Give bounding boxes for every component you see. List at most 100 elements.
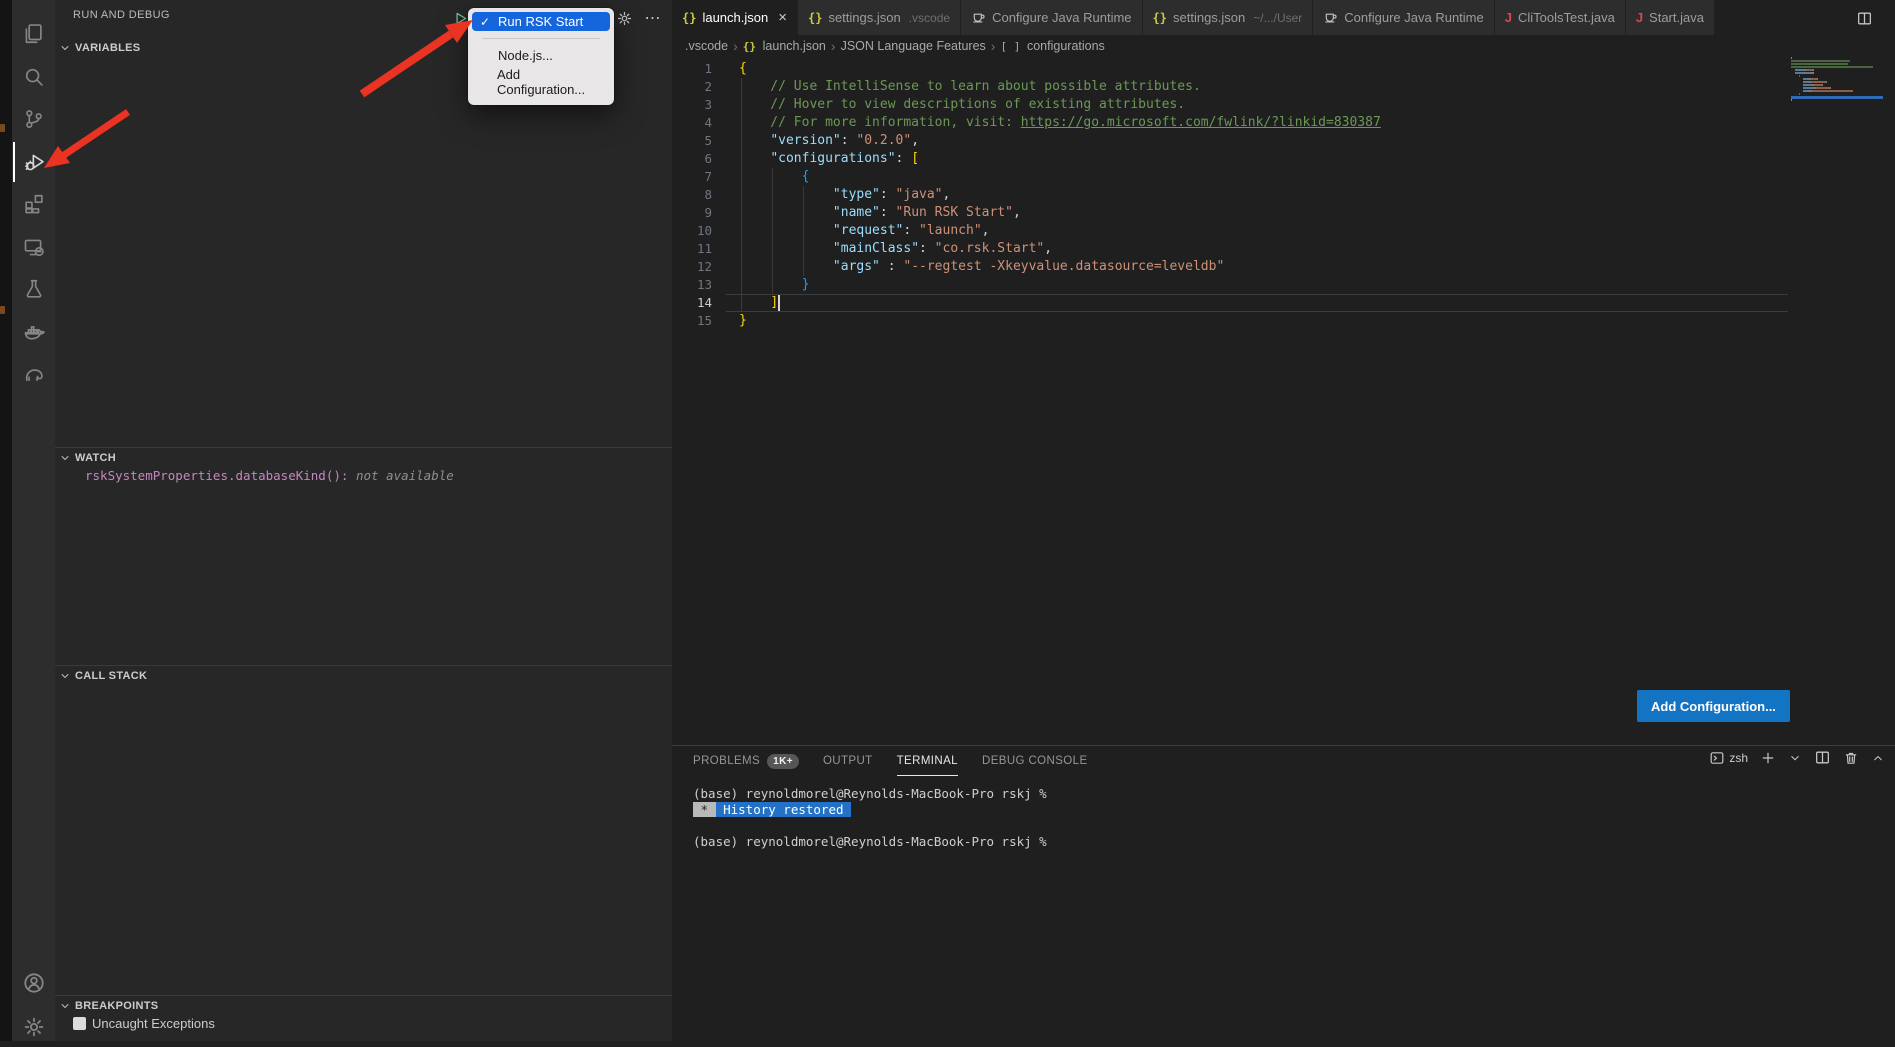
terminal-output[interactable]: (base) reynoldmorel@Reynolds-MacBook-Pro… (693, 786, 1047, 850)
terminal-toolbar: zsh (1709, 749, 1885, 766)
line-number[interactable]: 1 (672, 60, 712, 78)
activity-bar-item-docker[interactable] (13, 312, 54, 352)
code-token (739, 259, 833, 274)
activity-bar-item-accounts[interactable] (13, 963, 54, 1003)
terminal-shell-item[interactable]: zsh (1709, 750, 1748, 766)
breakpoint-row: Uncaught Exceptions (73, 1016, 215, 1031)
terminal-icon (1709, 750, 1725, 766)
code-line-13[interactable]: } (739, 276, 1381, 294)
panel-tab-label: OUTPUT (823, 755, 873, 767)
line-number[interactable]: 6 (672, 150, 712, 168)
code-token: // For more information, visit: (739, 115, 1021, 130)
check-icon: ✓ (480, 15, 492, 29)
section-header-breakpoints[interactable]: BREAKPOINTS (55, 996, 672, 1016)
line-number[interactable]: 9 (672, 204, 712, 222)
code-line-15[interactable]: } (739, 312, 1381, 330)
minimap-line (1791, 69, 1883, 71)
code-line-5[interactable]: "version": "0.2.0", (739, 132, 1381, 150)
line-number[interactable]: 7 (672, 168, 712, 186)
close-icon[interactable]: × (778, 9, 787, 26)
line-number[interactable]: 15 (672, 312, 712, 330)
code-line-2[interactable]: // Use IntelliSense to learn about possi… (739, 78, 1381, 96)
activity-bar-item-source-control[interactable] (13, 99, 54, 139)
line-number[interactable]: 5 (672, 132, 712, 150)
code-line-8[interactable]: "type": "java", (739, 186, 1381, 204)
activity-bar-item-search[interactable] (13, 57, 54, 97)
minimap-line (1791, 66, 1883, 68)
breadcrumb-item-json-language-features[interactable]: JSON Language Features (841, 39, 986, 53)
breadcrumb-item-launch-json[interactable]: {} launch.json (743, 39, 826, 53)
code-line-14[interactable]: ] (739, 294, 1381, 312)
activity-bar-item-gradle[interactable] (13, 354, 54, 394)
activity-bar-item-run-and-debug[interactable] (13, 142, 54, 182)
panel-tab-label: PROBLEMS (693, 755, 760, 767)
line-number[interactable]: 2 (672, 78, 712, 96)
line-number[interactable]: 4 (672, 114, 712, 132)
activity-bar-item-manage-settings[interactable] (13, 1007, 54, 1047)
new-terminal-icon[interactable] (1760, 750, 1776, 766)
code-line-11[interactable]: "mainClass": "co.rsk.Start", (739, 240, 1381, 258)
line-number[interactable]: 14 (672, 294, 712, 312)
line-number[interactable]: 8 (672, 186, 712, 204)
kill-terminal-trash-icon[interactable] (1843, 750, 1859, 766)
editor-tab-configure-java-runtime[interactable]: Configure Java Runtime (961, 0, 1142, 35)
views-more-actions-icon[interactable]: ⋯ (643, 8, 663, 28)
section-label: VARIABLES (75, 42, 140, 54)
code-editor[interactable]: { // Use IntelliSense to learn about pos… (739, 60, 1381, 330)
editor-gutter[interactable]: 123456789101112131415 (672, 60, 712, 330)
panel-tab-debug-console[interactable]: DEBUG CONSOLE (982, 746, 1088, 776)
maximize-panel-chevron-icon[interactable] (1871, 751, 1885, 765)
line-number[interactable]: 12 (672, 258, 712, 276)
menu-item-label: Run RSK Start (498, 14, 583, 29)
code-line-10[interactable]: "request": "launch", (739, 222, 1381, 240)
breadcrumb-item--vscode[interactable]: .vscode (685, 39, 728, 53)
terminal-dropdown-chevron-icon[interactable] (1788, 751, 1802, 765)
open-launch-json-gear-icon[interactable] (614, 8, 634, 28)
search-icon (23, 66, 45, 88)
line-number[interactable]: 3 (672, 96, 712, 114)
panel-tab-problems[interactable]: PROBLEMS1K+ (693, 746, 799, 776)
line-number[interactable]: 10 (672, 222, 712, 240)
add-configuration-button[interactable]: Add Configuration... (1637, 690, 1790, 722)
code-line-4[interactable]: // For more information, visit: https://… (739, 114, 1381, 132)
panel-tab-output[interactable]: OUTPUT (823, 746, 873, 776)
code-line-12[interactable]: "args" : "--regtest -Xkeyvalue.datasourc… (739, 258, 1381, 276)
code-line-3[interactable]: // Hover to view descriptions of existin… (739, 96, 1381, 114)
editor-tab-settings-json[interactable]: {}settings.json~/.../User (1143, 0, 1314, 35)
activity-bar-item-testing[interactable] (13, 269, 54, 309)
chevron-down-icon (59, 1000, 71, 1012)
line-number[interactable]: 11 (672, 240, 712, 258)
start-debugging-button[interactable] (450, 8, 470, 28)
editor-tab-start-java[interactable]: JStart.java (1626, 0, 1715, 35)
code-token (739, 223, 833, 238)
editor-tab-clitoolstest-java[interactable]: JCliToolsTest.java (1495, 0, 1626, 35)
split-terminal-icon[interactable] (1814, 749, 1831, 766)
panel-tab-terminal[interactable]: TERMINAL (897, 746, 958, 776)
uncaught-exceptions-checkbox[interactable] (73, 1017, 86, 1030)
menu-separator (482, 38, 600, 39)
section-header-watch[interactable]: WATCH (55, 448, 672, 468)
code-line-9[interactable]: "name": "Run RSK Start", (739, 204, 1381, 222)
code-line-6[interactable]: "configurations": [ (739, 150, 1381, 168)
breadcrumb-label: configurations (1027, 39, 1105, 53)
line-number[interactable]: 13 (672, 276, 712, 294)
split-editor-icon[interactable] (1853, 8, 1875, 28)
tab-path-suffix: .vscode (909, 11, 950, 25)
menu-item-add-configuration[interactable]: Add Configuration... (472, 65, 610, 99)
code-token: "java" (896, 187, 943, 202)
editor-tab-configure-java-runtime[interactable]: Configure Java Runtime (1313, 0, 1494, 35)
code-line-7[interactable]: { (739, 168, 1381, 186)
code-line-1[interactable]: { (739, 60, 1381, 78)
minimap[interactable] (1791, 57, 1883, 102)
menu-item-node-js[interactable]: Node.js... (472, 46, 610, 65)
editor-tab-launch-json[interactable]: {}launch.json× (672, 0, 798, 35)
activity-bar-item-remote-explorer[interactable] (13, 227, 54, 267)
activity-bar-item-extensions[interactable] (13, 184, 54, 224)
breadcrumb-item-configurations[interactable]: [ ] configurations (1000, 39, 1104, 53)
editor-tab-settings-json[interactable]: {}settings.json.vscode (798, 0, 961, 35)
section-header-call-stack[interactable]: CALL STACK (55, 666, 672, 686)
menu-item-run-rsk-start[interactable]: ✓ Run RSK Start (472, 12, 610, 31)
sidebar-title: RUN AND DEBUG (73, 9, 170, 21)
activity-bar-item-explorer[interactable] (13, 14, 54, 54)
watch-expression-row[interactable]: rskSystemProperties.databaseKind(): not … (85, 468, 454, 483)
